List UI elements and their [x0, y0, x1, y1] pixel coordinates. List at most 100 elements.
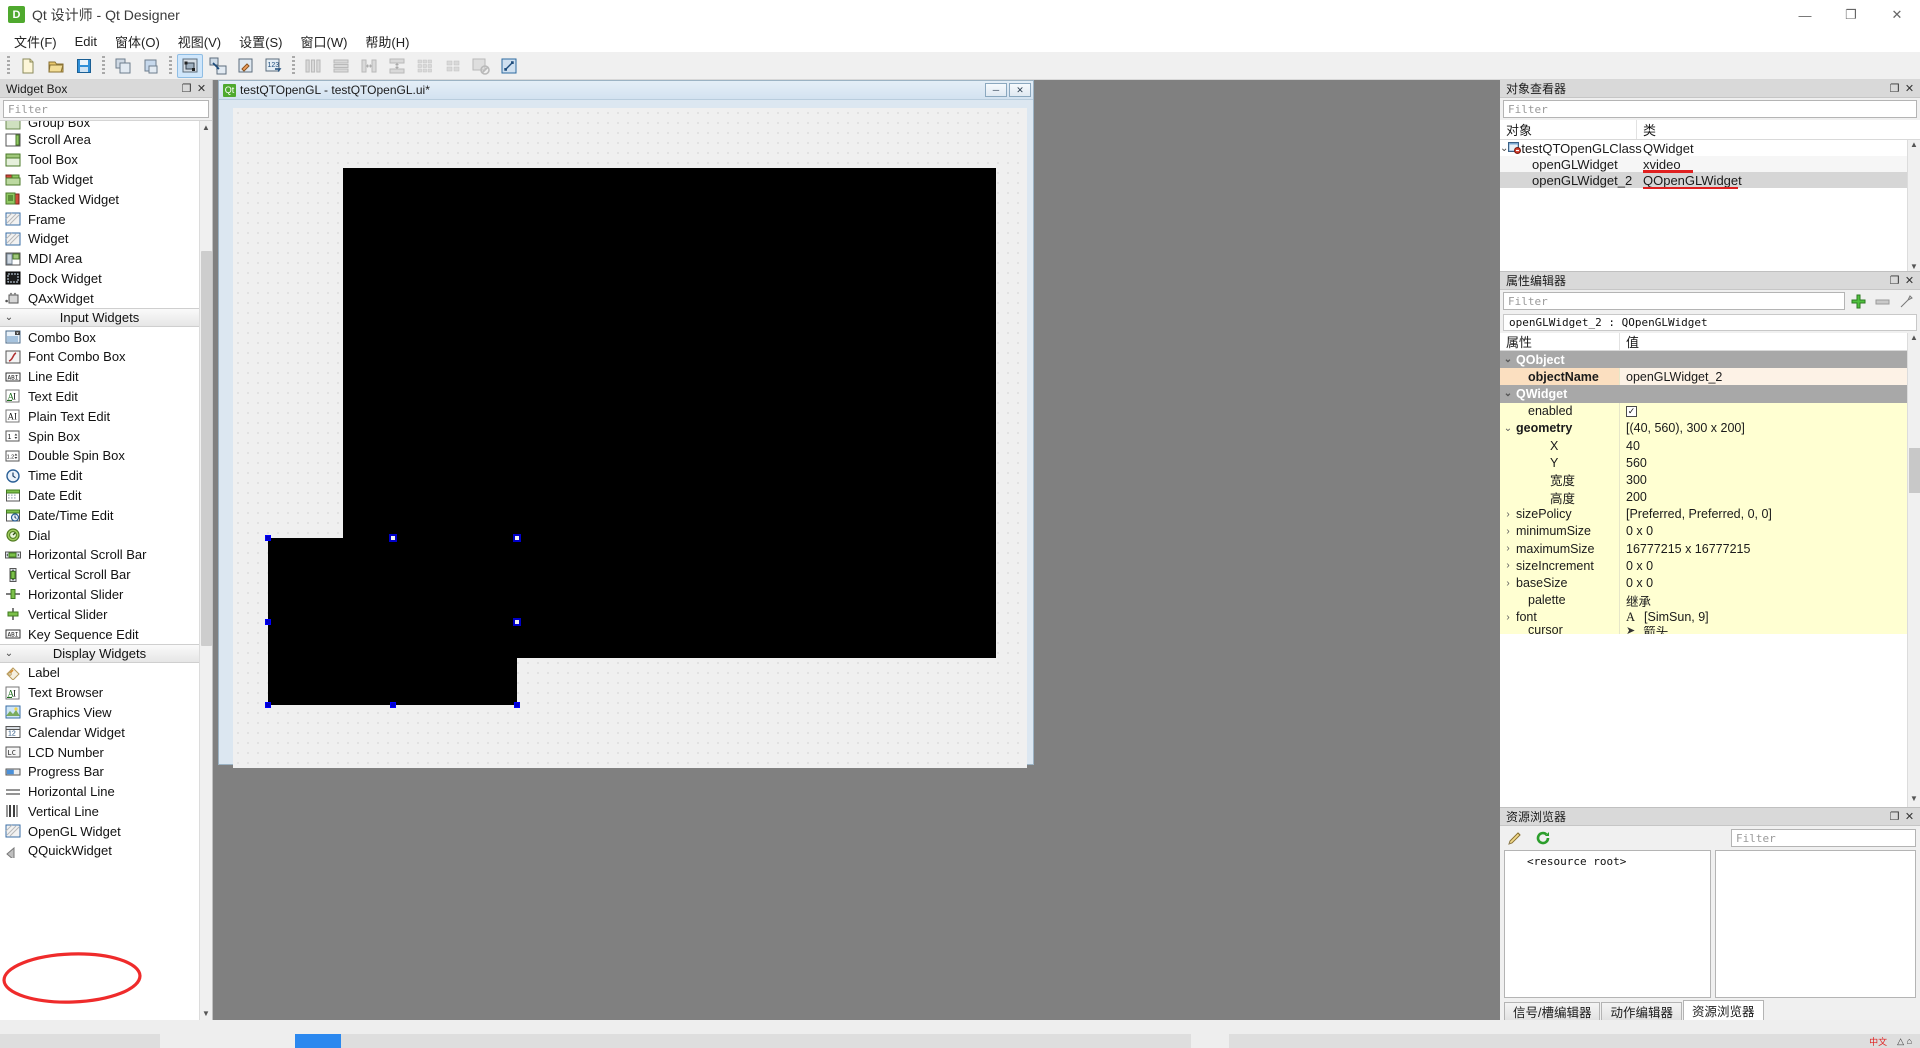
toolbar-undo-button[interactable]	[110, 54, 136, 78]
widget-box-item-vertical-slider[interactable]: Vertical Slider	[0, 604, 199, 624]
toolbar-save-button[interactable]	[71, 54, 97, 78]
scroll-up-icon[interactable]: ▲	[1910, 140, 1918, 149]
taskbar-clock[interactable]: △ ⌂	[1897, 1036, 1912, 1047]
widget-box-item-group-box[interactable]: Group Box	[0, 121, 199, 130]
object-inspector-row[interactable]: openGLWidget xvideo	[1500, 156, 1920, 172]
widget-box-float-icon[interactable]: ❐	[179, 81, 194, 96]
chevron-right-icon[interactable]: ›	[1500, 578, 1516, 589]
menu-form[interactable]: 窗体(O)	[106, 30, 169, 53]
form-close-button[interactable]: ✕	[1009, 83, 1031, 97]
property-value-cell[interactable]: ➤ 箭头	[1620, 626, 1920, 634]
toolbar-layout-horizontal-button[interactable]	[300, 54, 326, 78]
chevron-down-icon[interactable]: ⌄	[1500, 423, 1516, 434]
form-minimize-button[interactable]: ─	[985, 83, 1007, 97]
chevron-right-icon[interactable]: ›	[1500, 543, 1516, 554]
property-row-baseSize[interactable]: › baseSize 0 x 0	[1500, 574, 1920, 592]
widget-box-item-dial[interactable]: Dial	[0, 525, 199, 545]
widget-box-category-input-widgets[interactable]: ⌄ Input Widgets	[0, 308, 199, 328]
form-canvas[interactable]	[233, 108, 1027, 768]
taskbar-item-active[interactable]	[295, 1034, 341, 1048]
menu-settings[interactable]: 设置(S)	[230, 30, 291, 53]
widget-box-item-qquickwidget[interactable]: QQuickWidget	[0, 841, 199, 861]
object-inspector-float-icon[interactable]: ❐	[1887, 81, 1902, 96]
widget-box-category-display-widgets[interactable]: ⌄ Display Widgets	[0, 643, 199, 663]
property-row-宽度[interactable]: 宽度 300	[1500, 471, 1920, 489]
scroll-down-icon[interactable]: ▼	[200, 1007, 212, 1020]
property-value-cell[interactable]: 0 x 0	[1620, 523, 1920, 540]
property-value-cell[interactable]: openGLWidget_2	[1620, 368, 1920, 386]
property-row-geometry[interactable]: ⌄ geometry [(40, 560), 300 x 200]	[1500, 419, 1920, 437]
scrollbar-thumb[interactable]	[1909, 448, 1920, 493]
resource-tree[interactable]: <resource root>	[1504, 850, 1711, 998]
menu-edit[interactable]: Edit	[66, 32, 106, 51]
add-property-icon[interactable]	[1847, 291, 1869, 311]
toolbar-layout-grid-button[interactable]	[440, 54, 466, 78]
widget-box-item-combo-box[interactable]: Combo Box	[0, 327, 199, 347]
pencil-edit-icon[interactable]	[1504, 828, 1526, 848]
remove-property-icon[interactable]	[1871, 291, 1893, 311]
taskbar-ime-indicator[interactable]: 中文	[1869, 1035, 1887, 1048]
column-header-property[interactable]: 属性	[1500, 333, 1620, 350]
toolbar-layout-vsplit-button[interactable]	[384, 54, 410, 78]
dock-tab-资源浏览器[interactable]: 资源浏览器	[1683, 1000, 1764, 1020]
scroll-down-icon[interactable]: ▼	[1908, 794, 1920, 807]
widget-box-item-progress-bar[interactable]: Progress Bar	[0, 762, 199, 782]
column-header-object[interactable]: 对象	[1500, 120, 1637, 139]
property-value-cell[interactable]: [Preferred, Preferred, 0, 0]	[1620, 506, 1920, 523]
widget-box-item-date-edit[interactable]: Date Edit	[0, 486, 199, 506]
widget-box-item-scroll-area[interactable]: Scroll Area	[0, 130, 199, 150]
property-editor-float-icon[interactable]: ❐	[1887, 273, 1902, 288]
property-value-cell[interactable]	[1620, 385, 1920, 402]
widget-box-item-vertical-line[interactable]: Vertical Line	[0, 802, 199, 822]
widget-box-item-spin-box[interactable]: 1 Spin Box	[0, 426, 199, 446]
toolbar-new-file-button[interactable]	[15, 54, 41, 78]
toolbar-open-folder-button[interactable]	[43, 54, 69, 78]
mdi-workspace[interactable]: Qt testQTOpenGL - testQTOpenGL.ui* ─ ✕	[213, 80, 1500, 1020]
object-inspector-filter-input[interactable]: Filter	[1503, 100, 1917, 118]
widget-box-filter-input[interactable]: Filter	[3, 100, 209, 118]
toolbar-edit-widgets-button[interactable]	[177, 53, 203, 78]
property-row-maximumSize[interactable]: › maximumSize 16777215 x 16777215	[1500, 540, 1920, 558]
toolbar-edit-tab-order-button[interactable]: 123	[261, 54, 287, 78]
resource-root-label[interactable]: <resource root>	[1527, 855, 1626, 868]
widget-box-item-tool-box[interactable]: Tool Box	[0, 150, 199, 170]
object-inspector-row[interactable]: openGLWidget_2 QOpenGLWidget	[1500, 172, 1920, 188]
property-row-palette[interactable]: palette 继承	[1500, 591, 1920, 609]
widget-box-item-qaxwidget[interactable]: QAxWidget	[0, 288, 199, 308]
chevron-right-icon[interactable]: ›	[1500, 560, 1516, 571]
resource-preview-pane[interactable]	[1715, 850, 1916, 998]
column-header-value[interactable]: 值	[1620, 333, 1920, 350]
enabled-checkbox[interactable]: ✓	[1626, 405, 1637, 417]
property-row-高度[interactable]: 高度 200	[1500, 488, 1920, 506]
property-value-cell[interactable]: A [SimSun, 9]	[1620, 609, 1920, 626]
taskbar-item-1[interactable]	[160, 1034, 295, 1048]
property-editor-close-icon[interactable]: ✕	[1902, 273, 1917, 288]
selection-handle[interactable]	[265, 618, 271, 625]
toolbar-redo-button[interactable]	[138, 54, 164, 78]
toolbar-adjust-size-button[interactable]	[496, 54, 522, 78]
selection-handle[interactable]	[265, 535, 271, 541]
form-window-titlebar[interactable]: Qt testQTOpenGL - testQTOpenGL.ui* ─ ✕	[219, 81, 1033, 100]
widget-box-item-key-sequence-edit[interactable]: ABI Key Sequence Edit	[0, 624, 199, 644]
widget-box-item-stacked-widget[interactable]: Stacked Widget	[0, 189, 199, 209]
taskbar-item-4[interactable]	[1229, 1034, 1870, 1048]
property-value-cell[interactable]: 16777215 x 16777215	[1620, 540, 1920, 557]
toolbar-edit-signals-slots-button[interactable]	[205, 54, 231, 78]
chevron-right-icon[interactable]: ›	[1500, 526, 1516, 537]
property-row-cursor[interactable]: cursor ➤ 箭头	[1500, 626, 1920, 634]
property-value-cell[interactable]: 200	[1620, 489, 1920, 506]
property-row-sizePolicy[interactable]: › sizePolicy [Preferred, Preferred, 0, 0]	[1500, 505, 1920, 523]
minimize-button[interactable]: —	[1782, 0, 1828, 30]
property-row-sizeIncrement[interactable]: › sizeIncrement 0 x 0	[1500, 557, 1920, 575]
widget-box-scrollbar[interactable]: ▲ ▼	[199, 121, 212, 1020]
widget-box-item-horizontal-line[interactable]: Horizontal Line	[0, 782, 199, 802]
widget-box-item-double-spin-box[interactable]: 1.2 Double Spin Box	[0, 446, 199, 466]
menu-help[interactable]: 帮助(H)	[356, 30, 418, 53]
property-row-QObject[interactable]: ⌄ QObject	[1500, 351, 1920, 369]
widget-box-item-dock-widget[interactable]: Dock Widget	[0, 269, 199, 289]
object-inspector-tree[interactable]: ⌄ testQTOpenGLClass QWidget openGLWidget xvi…	[1500, 140, 1920, 271]
property-value-cell[interactable]: 300	[1620, 471, 1920, 488]
property-value-cell[interactable]: 继承	[1620, 592, 1920, 609]
object-inspector-scrollbar[interactable]: ▲ ▼	[1907, 140, 1920, 271]
resource-browser-float-icon[interactable]: ❐	[1887, 809, 1902, 824]
